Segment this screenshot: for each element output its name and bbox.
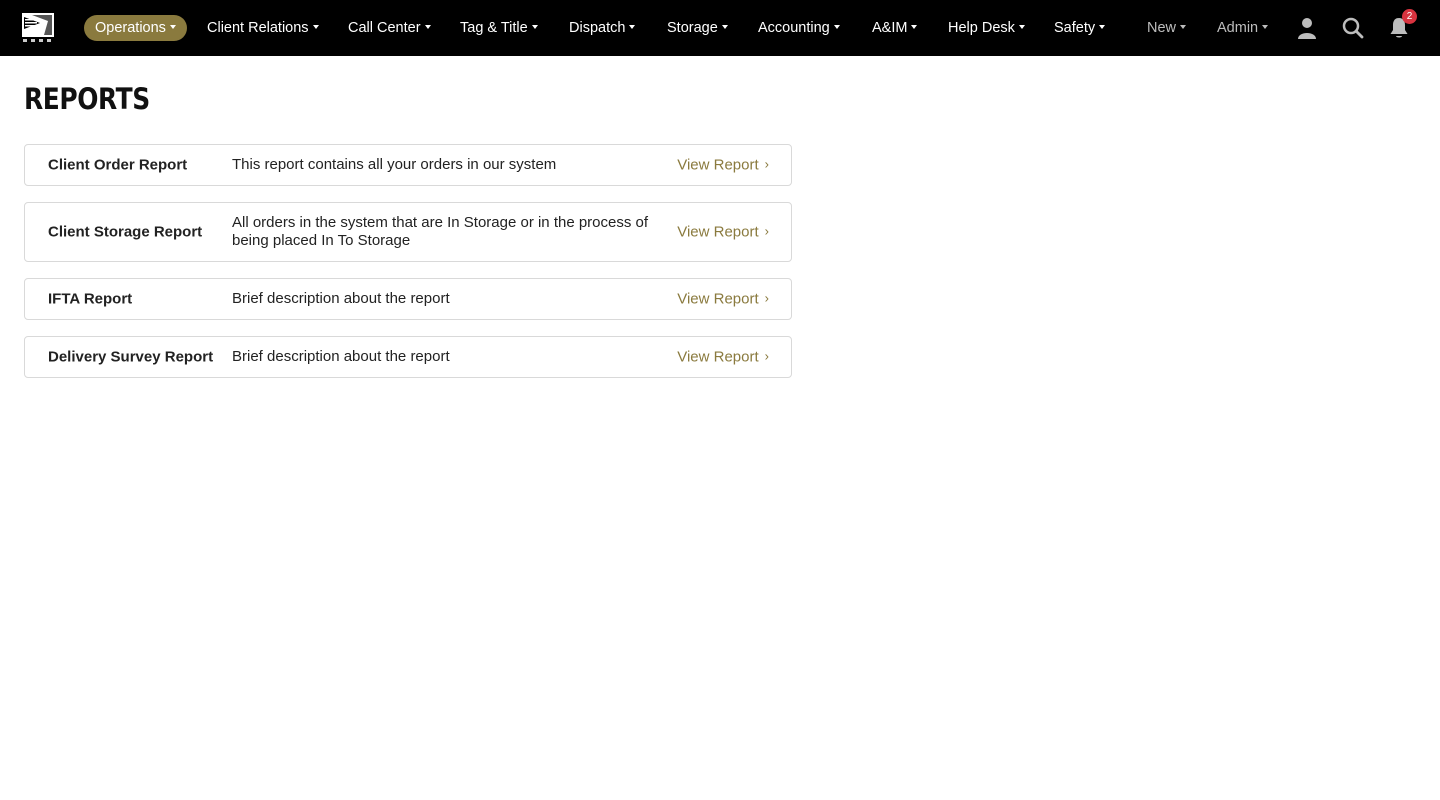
view-report-link[interactable]: View Report › [677, 157, 769, 174]
caret-down-icon [1180, 25, 1187, 30]
report-row: Client Storage Report All orders in the … [24, 202, 792, 262]
nav-storage[interactable]: Storage [667, 15, 728, 41]
caret-down-icon [911, 25, 918, 30]
report-description: Brief description about the report [232, 348, 450, 365]
view-report-label: View Report [677, 223, 759, 241]
nav-label: Operations [95, 20, 166, 36]
nav-label: Accounting [758, 20, 830, 36]
top-navigation-bar: Operations Client Relations Call Center … [0, 0, 1440, 56]
view-report-label: View Report [677, 348, 759, 366]
nav-label: Call Center [348, 20, 421, 36]
nav-label: Dispatch [569, 20, 626, 36]
nav-label: Safety [1054, 20, 1096, 36]
nav-label: A&IM [872, 20, 908, 36]
caret-down-icon [1262, 25, 1269, 30]
nav-accounting[interactable]: Accounting [758, 15, 840, 41]
report-description: Brief description about the report [232, 290, 450, 307]
nav-tag-title[interactable]: Tag & Title [460, 15, 538, 41]
caret-down-icon [721, 25, 728, 30]
view-report-link[interactable]: View Report › [677, 291, 769, 308]
nav-label: New [1147, 20, 1177, 36]
company-logo[interactable] [22, 13, 54, 43]
view-report-link[interactable]: View Report › [677, 349, 769, 366]
nav-operations[interactable]: Operations [84, 15, 187, 41]
view-report-label: View Report [677, 290, 759, 308]
chevron-right-icon: › [764, 223, 769, 239]
report-name: Delivery Survey Report [48, 348, 214, 366]
chevron-right-icon: › [764, 156, 769, 172]
caret-down-icon [169, 25, 176, 30]
report-description: All orders in the system that are In Sto… [232, 214, 649, 249]
report-name: Client Storage Report [48, 223, 203, 241]
nav-call-center[interactable]: Call Center [348, 15, 431, 41]
report-row: Delivery Survey Report Brief description… [24, 336, 792, 378]
nav-label: Help Desk [948, 20, 1015, 36]
report-description: This report contains all your orders in … [232, 156, 557, 173]
nav-aim[interactable]: A&IM [872, 15, 918, 41]
chevron-right-icon: › [764, 348, 769, 364]
user-icon[interactable] [1295, 16, 1319, 40]
caret-down-icon [1018, 25, 1025, 30]
caret-down-icon [531, 25, 538, 30]
report-row: IFTA Report Brief description about the … [24, 278, 792, 320]
nav-safety[interactable]: Safety [1054, 15, 1106, 41]
nav-label: Admin [1217, 20, 1259, 36]
chevron-right-icon: › [764, 290, 769, 306]
nav-dispatch[interactable]: Dispatch [569, 15, 636, 41]
caret-down-icon [312, 25, 319, 30]
caret-down-icon [1099, 25, 1106, 30]
nav-label: Client Relations [207, 20, 309, 36]
nav-label: Tag & Title [460, 20, 528, 36]
nav-client-relations[interactable]: Client Relations [207, 15, 319, 41]
nav-label: Storage [667, 20, 718, 36]
caret-down-icon [629, 25, 636, 30]
nav-admin[interactable]: Admin [1217, 15, 1269, 41]
caret-down-icon [424, 25, 431, 30]
nav-new[interactable]: New [1147, 15, 1187, 41]
nav-help-desk[interactable]: Help Desk [948, 15, 1025, 41]
view-report-link[interactable]: View Report › [677, 224, 769, 241]
report-row: Client Order Report This report contains… [24, 144, 792, 186]
caret-down-icon [833, 25, 840, 30]
view-report-label: View Report [677, 156, 759, 174]
page-title: REPORTS [24, 82, 150, 116]
search-icon[interactable] [1341, 16, 1365, 40]
notification-count-badge: 2 [1402, 9, 1417, 24]
report-name: IFTA Report [48, 290, 133, 308]
report-name: Client Order Report [48, 156, 188, 174]
